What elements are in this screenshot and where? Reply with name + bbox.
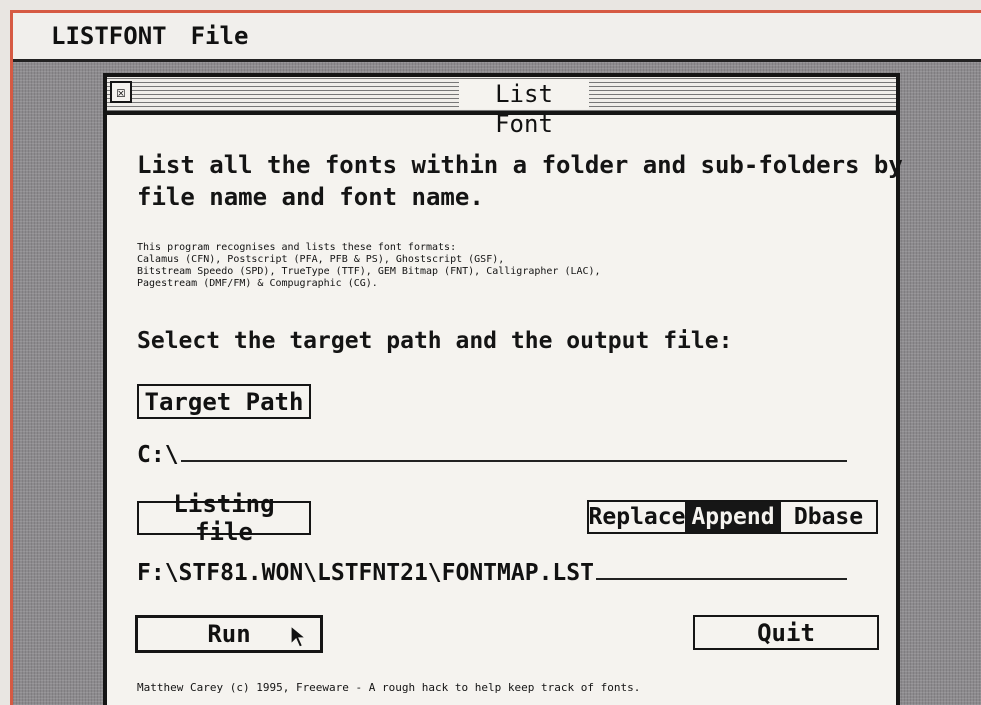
output-mode-selector: Replace Append Dbase [587,500,878,534]
field-underline [595,560,847,580]
close-box-icon[interactable]: ☒ [110,81,132,103]
target-path-button[interactable]: Target Path [137,384,311,419]
quit-button-label: Quit [757,618,815,647]
desktop: LISTFONT File ☒ List Font List all the f… [10,10,981,705]
list-font-window: ☒ List Font List all the fonts within a … [103,73,903,705]
formats-note: This program recognises and lists these … [137,242,601,289]
select-prompt: Select the target path and the output fi… [137,328,733,354]
mode-append-option[interactable]: Append [685,502,781,532]
mouse-pointer-icon [290,625,308,648]
description-heading: List all the fonts within a folder and s… [137,151,903,211]
listing-file-field[interactable]: F:\STF81.WON\LSTFNT21\FONTMAP.LST [137,560,847,586]
listing-file-button-label: Listing file [173,490,275,546]
quit-button[interactable]: Quit [693,615,879,650]
target-path-button-label: Target Path [144,387,304,416]
menu-bar: LISTFONT File [13,13,981,62]
listing-file-button[interactable]: Listing file [137,490,311,546]
window-title: List Font [459,79,589,138]
target-path-value: C:\ [137,442,179,468]
menu-listfont[interactable]: LISTFONT [51,22,167,50]
menu-file[interactable]: File [191,22,249,50]
mode-replace-option[interactable]: Replace [589,502,686,532]
mode-dbase-option[interactable]: Dbase [781,502,876,532]
footer-credit: Matthew Carey (c) 1995, Freeware - A rou… [137,681,641,694]
target-path-field[interactable]: C:\ [137,442,847,468]
field-underline [180,442,847,462]
window-title-bar[interactable]: ☒ List Font [107,77,896,138]
listing-file-value: F:\STF81.WON\LSTFNT21\FONTMAP.LST [137,560,594,586]
run-button-label: Run [207,620,251,648]
